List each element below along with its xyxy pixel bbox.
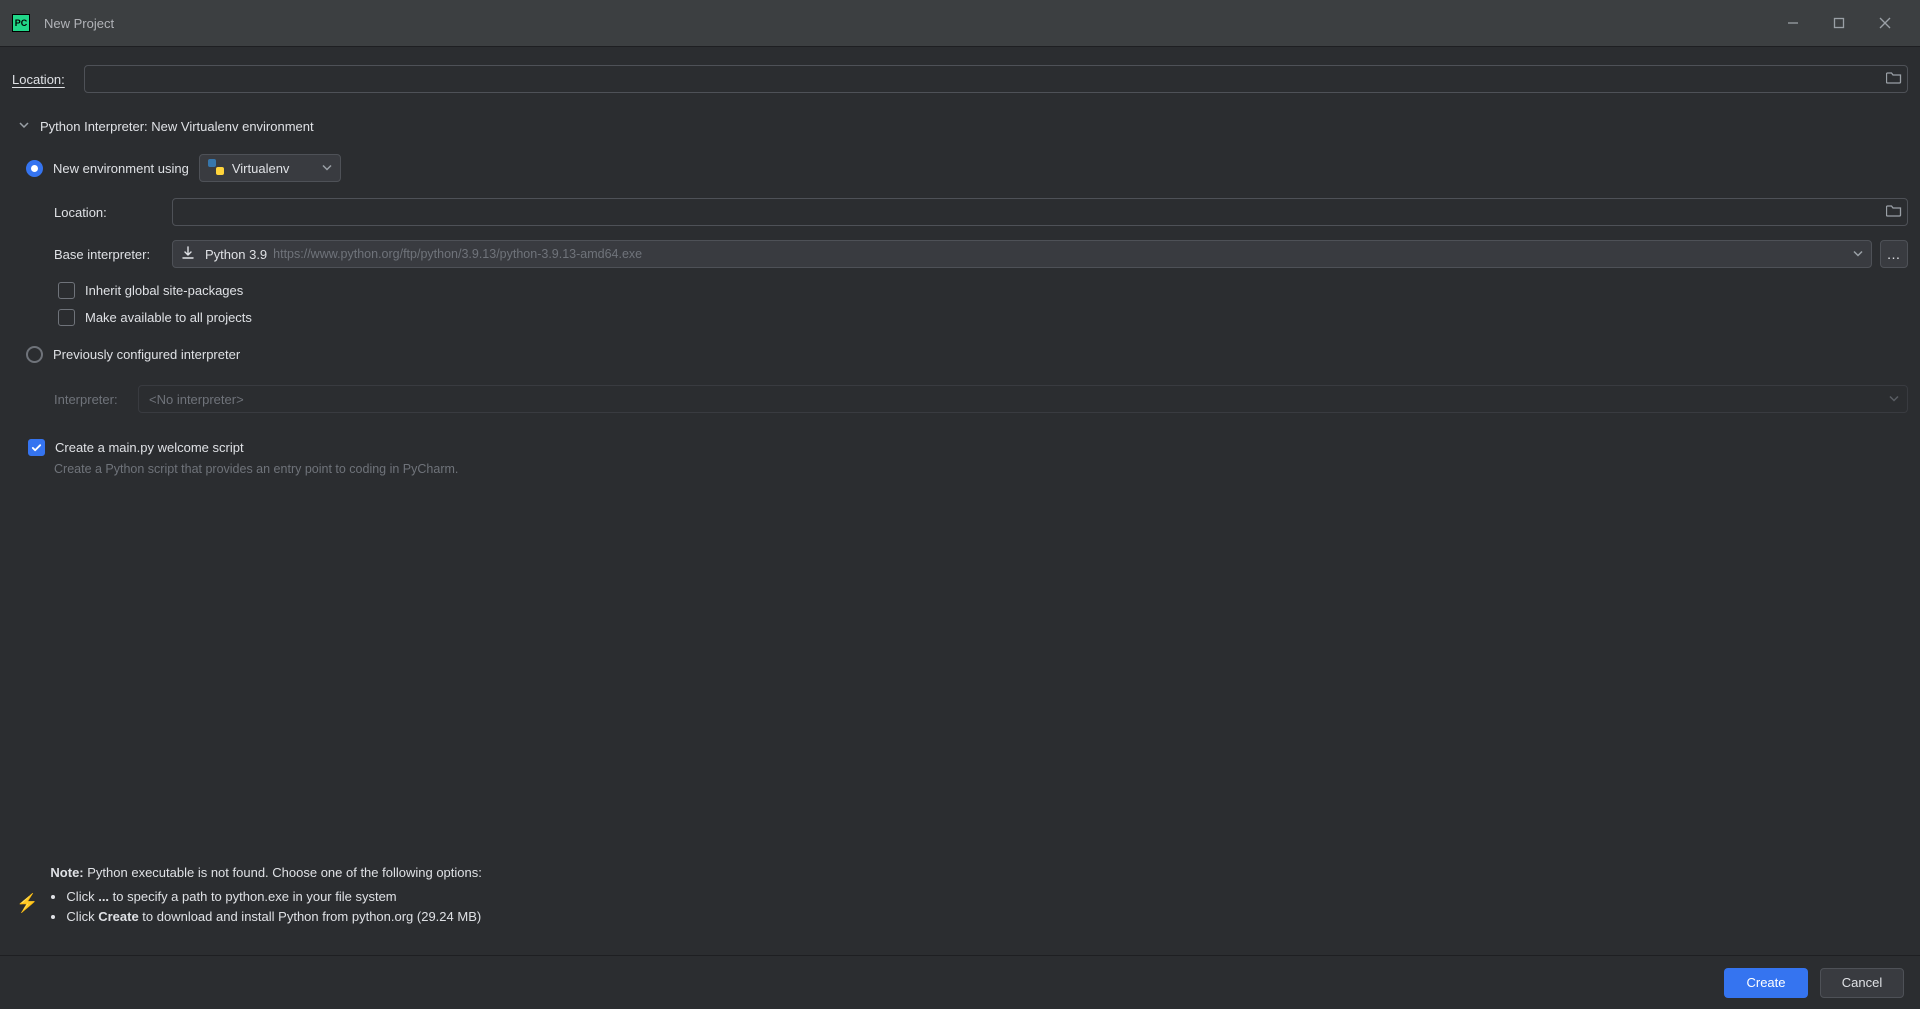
base-interpreter-dropdown[interactable]: Python 3.9 https://www.python.org/ftp/py… [172, 240, 1872, 268]
app-icon: PC [12, 14, 30, 32]
folder-icon[interactable] [1886, 70, 1902, 89]
location-label: Location: [12, 72, 68, 87]
maximize-button[interactable] [1816, 0, 1862, 46]
inherit-checkbox[interactable] [58, 282, 75, 299]
make-available-label: Make available to all projects [85, 310, 252, 325]
note-bullet-2: Click Create to download and install Pyt… [66, 907, 481, 927]
chevron-down-icon [1853, 247, 1863, 262]
dialog-footer: Create Cancel [0, 955, 1920, 1009]
make-available-checkbox[interactable] [58, 309, 75, 326]
download-icon [181, 246, 195, 263]
chevron-down-icon [322, 161, 332, 176]
titlebar: PC New Project [0, 0, 1920, 47]
close-button[interactable] [1862, 0, 1908, 46]
prev-interpreter-radio[interactable] [26, 346, 43, 363]
welcome-script-checkbox[interactable] [28, 439, 45, 456]
env-tool-dropdown[interactable]: Virtualenv [199, 154, 341, 182]
env-location-input[interactable] [172, 198, 1908, 226]
interpreter-label: Interpreter: [54, 392, 138, 407]
create-button[interactable]: Create [1724, 968, 1808, 998]
interpreter-section-header[interactable]: Python Interpreter: New Virtualenv envir… [12, 107, 1908, 152]
base-interpreter-hint: https://www.python.org/ftp/python/3.9.13… [273, 247, 642, 261]
prev-interpreter-label: Previously configured interpreter [53, 347, 240, 362]
chevron-down-icon [1889, 392, 1899, 407]
welcome-script-description: Create a Python script that provides an … [20, 462, 1908, 476]
new-env-label: New environment using [53, 161, 189, 176]
note-text: Python executable is not found. Choose o… [84, 865, 482, 880]
interpreter-dropdown: <No interpreter> [138, 385, 1908, 413]
chevron-down-icon [18, 119, 30, 134]
inherit-label: Inherit global site-packages [85, 283, 243, 298]
folder-icon[interactable] [1886, 203, 1902, 222]
python-icon [208, 159, 224, 178]
interpreter-section-title: Python Interpreter: New Virtualenv envir… [40, 119, 314, 134]
base-interpreter-label: Base interpreter: [54, 247, 172, 262]
bolt-icon: ⚡ [16, 893, 38, 914]
window-title: New Project [44, 16, 114, 31]
interpreter-value: <No interpreter> [149, 392, 244, 407]
project-location-input[interactable] [84, 65, 1908, 93]
env-tool-value: Virtualenv [232, 161, 290, 176]
dialog-body: Location: Python Interpreter: New Virtua… [0, 47, 1920, 955]
note-bullet-1: Click ... to specify a path to python.ex… [66, 887, 481, 907]
cancel-button[interactable]: Cancel [1820, 968, 1904, 998]
new-env-radio[interactable] [26, 160, 43, 177]
welcome-script-label: Create a main.py welcome script [55, 440, 244, 455]
minimize-button[interactable] [1770, 0, 1816, 46]
env-location-label: Location: [54, 205, 172, 220]
base-interpreter-browse-button[interactable]: … [1880, 240, 1908, 268]
note-block: ⚡ Note: Python executable is not found. … [12, 863, 1908, 945]
note-prefix: Note: [50, 865, 83, 880]
base-interpreter-value: Python 3.9 [205, 247, 267, 262]
